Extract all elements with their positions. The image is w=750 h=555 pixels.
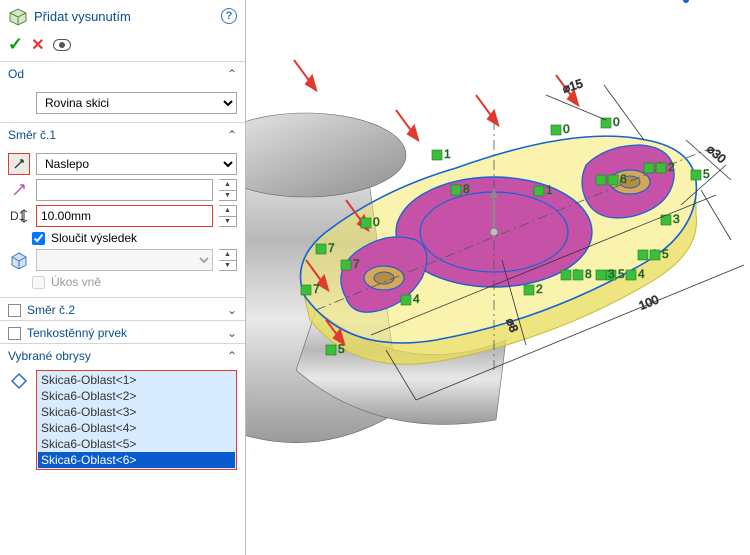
section-header-contours[interactable]: Vybrané obrysy ⌃ (0, 343, 245, 366)
extrude-boss-icon (8, 6, 28, 26)
svg-text:2: 2 (536, 282, 543, 296)
expand-icon: ⌄ (227, 326, 237, 340)
svg-text:1: 1 (444, 147, 451, 161)
svg-text:6: 6 (620, 172, 627, 186)
end-condition-select[interactable]: Naslepo (36, 153, 237, 175)
collapse-icon: ⌃ (227, 349, 237, 363)
svg-text:5: 5 (618, 267, 625, 281)
ok-button[interactable]: ✓ (8, 34, 23, 55)
contour-icon (8, 370, 30, 392)
depth-icon: D1 (8, 205, 30, 227)
svg-text:8: 8 (585, 267, 592, 281)
action-row: ✓ ✕ (0, 30, 245, 61)
list-item[interactable]: Skica6-Oblast<3> (38, 404, 235, 420)
svg-text:5: 5 (338, 342, 345, 356)
draft-body-select[interactable] (36, 249, 213, 271)
draft-outward-checkbox[interactable]: Úkos vně (32, 275, 237, 289)
from-select[interactable]: Rovina skici (36, 92, 237, 114)
draft-spinner[interactable]: ▲▼ (219, 249, 237, 271)
svg-text:7: 7 (353, 257, 360, 271)
section-label-thin: Tenkostěnný prvek (27, 326, 127, 340)
merge-result-input[interactable] (32, 232, 45, 245)
svg-text:0: 0 (373, 215, 380, 229)
svg-text:0: 0 (613, 115, 620, 129)
svg-text:7: 7 (313, 282, 320, 296)
section-header-direction1[interactable]: Směr č.1 ⌃ (0, 122, 245, 145)
svg-text:0: 0 (563, 122, 570, 136)
svg-text:2: 2 (668, 160, 675, 174)
model-view: 1 0 0 8 1 1 6 6 2 5 3 4 5 5 8 8 3 4 2 7 … (246, 0, 750, 555)
contours-listbox[interactable]: Skica6-Oblast<1> Skica6-Oblast<2> Skica6… (36, 370, 237, 470)
list-item[interactable]: Skica6-Oblast<4> (38, 420, 235, 436)
reverse-direction-button[interactable] (8, 153, 30, 175)
svg-text:4: 4 (638, 267, 645, 281)
panel-header: Přidat vysunutím ? (0, 0, 245, 30)
merge-result-checkbox[interactable]: Sloučit výsledek (32, 231, 237, 245)
section-header-thin[interactable]: Tenkostěnný prvek ⌄ (0, 320, 245, 343)
draft-body-icon (8, 249, 30, 271)
section-label-direction1: Směr č.1 (8, 128, 56, 142)
list-item[interactable]: Skica6-Oblast<2> (38, 388, 235, 404)
svg-text:7: 7 (328, 241, 335, 255)
collapse-icon: ⌃ (227, 128, 237, 142)
collapse-icon: ⌃ (227, 67, 237, 81)
svg-text:5: 5 (662, 247, 669, 261)
svg-text:3: 3 (608, 267, 615, 281)
svg-text:3: 3 (673, 212, 680, 226)
section-label-from: Od (8, 67, 24, 81)
list-item[interactable]: Skica6-Oblast<5> (38, 436, 235, 452)
draft-outward-input (32, 276, 45, 289)
dimension-d15[interactable]: ⌀15 (561, 76, 585, 96)
svg-text:5: 5 (703, 167, 710, 181)
section-label-contours: Vybrané obrysy (8, 349, 91, 363)
property-manager-panel: Přidat vysunutím ? ✓ ✕ Od ⌃ Rovina skici… (0, 0, 246, 555)
list-item[interactable]: Skica6-Oblast<6> (38, 452, 235, 468)
dimension-100[interactable]: 100 (637, 292, 661, 313)
direction-vector-input[interactable] (36, 179, 213, 201)
svg-text:1: 1 (546, 183, 553, 197)
depth-spinner[interactable]: ▲▼ (219, 205, 237, 227)
thin-enable-checkbox[interactable] (8, 327, 21, 340)
direction2-enable-checkbox[interactable] (8, 304, 21, 317)
list-item[interactable]: Skica6-Oblast<1> (38, 372, 235, 388)
section-header-direction2[interactable]: Směr č.2 ⌄ (0, 297, 245, 320)
section-label-direction2: Směr č.2 (27, 303, 75, 317)
svg-text:8: 8 (463, 182, 470, 196)
graphics-viewport[interactable]: 1 0 0 8 1 1 6 6 2 5 3 4 5 5 8 8 3 4 2 7 … (246, 0, 750, 555)
dimension-d30[interactable]: ⌀30 (704, 142, 729, 166)
preview-toggle-icon[interactable] (53, 39, 71, 51)
origin-point (683, 0, 689, 3)
svg-text:D1: D1 (10, 209, 26, 223)
svg-text:4: 4 (413, 292, 420, 306)
help-icon[interactable]: ? (221, 8, 237, 24)
cancel-button[interactable]: ✕ (31, 35, 44, 55)
depth-input[interactable] (36, 205, 213, 227)
reverse-arrow-icon (12, 157, 26, 171)
expand-icon: ⌄ (227, 303, 237, 317)
direction-spinner[interactable]: ▲▼ (219, 179, 237, 201)
panel-title: Přidat vysunutím (34, 9, 215, 24)
merge-result-label: Sloučit výsledek (51, 231, 137, 245)
draft-outward-label: Úkos vně (51, 275, 101, 289)
section-header-from[interactable]: Od ⌃ (0, 61, 245, 84)
direction-vector-icon (8, 179, 30, 201)
